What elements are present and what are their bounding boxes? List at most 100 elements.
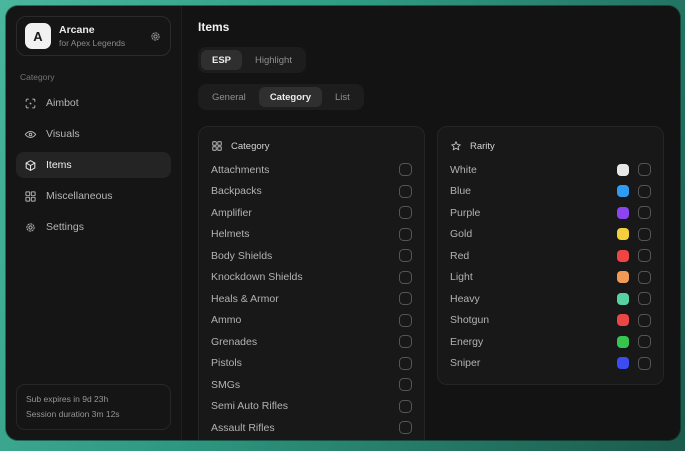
rarity-label: Heavy — [450, 293, 597, 305]
category-label: Attachments — [211, 164, 399, 176]
category-checkbox[interactable] — [399, 228, 412, 241]
category-checkbox[interactable] — [399, 400, 412, 413]
category-checkbox[interactable] — [399, 271, 412, 284]
app-title: Arcane — [59, 24, 125, 36]
category-checkbox[interactable] — [399, 357, 412, 370]
category-row-semi-auto-rifles: Semi Auto Rifles — [211, 396, 412, 418]
rarity-row-light: Light — [450, 267, 651, 289]
sidebar-item-label: Visuals — [46, 128, 80, 140]
rarity-checkbox[interactable] — [638, 228, 651, 241]
tab-esp[interactable]: ESP — [201, 50, 242, 70]
rarity-color-swatch[interactable] — [617, 250, 629, 262]
sidebar-item-label: Items — [46, 159, 72, 171]
tab-category[interactable]: Category — [259, 87, 322, 107]
rarity-color-swatch[interactable] — [617, 293, 629, 305]
gear-icon[interactable] — [597, 315, 608, 326]
rarity-panel-title: Rarity — [470, 141, 495, 152]
target-gear-icon[interactable] — [149, 30, 162, 43]
category-label: Assault Rifles — [211, 422, 399, 434]
rarity-color-swatch[interactable] — [617, 228, 629, 240]
rarity-checkbox[interactable] — [638, 163, 651, 176]
brand-card: A Arcane for Apex Legends — [16, 16, 171, 56]
sidebar-item-miscellaneous[interactable]: Miscellaneous — [16, 183, 171, 209]
star-icon — [450, 140, 462, 152]
category-checkbox[interactable] — [399, 378, 412, 391]
gear-icon[interactable] — [597, 207, 608, 218]
category-checkbox[interactable] — [399, 185, 412, 198]
rarity-row-heavy: Heavy — [450, 288, 651, 310]
gear-icon[interactable] — [597, 250, 608, 261]
rarity-panel-header: Rarity — [450, 135, 651, 159]
category-checkbox[interactable] — [399, 335, 412, 348]
category-row-knockdown-shields: Knockdown Shields — [211, 267, 412, 289]
rarity-label: Light — [450, 271, 597, 283]
rarity-color-swatch[interactable] — [617, 207, 629, 219]
category-label: SMGs — [211, 379, 399, 391]
rarity-checkbox[interactable] — [638, 271, 651, 284]
gear-icon — [24, 221, 37, 234]
category-checkbox[interactable] — [399, 249, 412, 262]
category-row-pistols: Pistols — [211, 353, 412, 375]
rarity-checkbox[interactable] — [638, 185, 651, 198]
rarity-label: White — [450, 164, 597, 176]
gear-icon[interactable] — [597, 229, 608, 240]
gear-icon[interactable] — [597, 186, 608, 197]
category-checkbox[interactable] — [399, 292, 412, 305]
rarity-label: Purple — [450, 207, 597, 219]
rarity-color-swatch[interactable] — [617, 185, 629, 197]
rarity-checkbox[interactable] — [638, 357, 651, 370]
sidebar-item-visuals[interactable]: Visuals — [16, 121, 171, 147]
gear-icon[interactable] — [597, 336, 608, 347]
category-checkbox[interactable] — [399, 314, 412, 327]
gear-icon[interactable] — [597, 358, 608, 369]
sidebar-item-aimbot[interactable]: Aimbot — [16, 90, 171, 116]
rarity-checkbox[interactable] — [638, 292, 651, 305]
category-row-smgs: SMGs — [211, 374, 412, 396]
rarity-label: Red — [450, 250, 597, 262]
rarity-color-swatch[interactable] — [617, 271, 629, 283]
rarity-label: Shotgun — [450, 314, 597, 326]
gear-icon[interactable] — [597, 293, 608, 304]
category-list: Attachments Backpacks Amplifier Helmets — [211, 159, 412, 440]
mode-tabs: ESP Highlight — [198, 47, 306, 73]
tab-general[interactable]: General — [201, 87, 257, 107]
category-checkbox[interactable] — [399, 163, 412, 176]
rarity-row-gold: Gold — [450, 224, 651, 246]
subscription-info-card: Sub expires in 9d 23h Session duration 3… — [16, 384, 171, 430]
category-checkbox[interactable] — [399, 206, 412, 219]
rarity-checkbox[interactable] — [638, 206, 651, 219]
rarity-controls — [597, 292, 651, 305]
rarity-label: Sniper — [450, 357, 597, 369]
crosshair-icon — [24, 97, 37, 110]
tab-highlight[interactable]: Highlight — [244, 50, 303, 70]
category-row-helmets: Helmets — [211, 224, 412, 246]
rarity-label: Blue — [450, 185, 597, 197]
panels-row: Category Attachments Backpacks Amplifier — [198, 126, 664, 440]
gear-icon[interactable] — [597, 272, 608, 283]
rarity-color-swatch[interactable] — [617, 164, 629, 176]
rarity-controls — [597, 228, 651, 241]
sidebar-section-label: Category — [20, 72, 167, 82]
category-row-body-shields: Body Shields — [211, 245, 412, 267]
rarity-controls — [597, 271, 651, 284]
category-label: Ammo — [211, 314, 399, 326]
tab-list[interactable]: List — [324, 87, 361, 107]
sidebar-item-items[interactable]: Items — [16, 152, 171, 178]
rarity-checkbox[interactable] — [638, 314, 651, 327]
sidebar-item-settings[interactable]: Settings — [16, 214, 171, 240]
rarity-color-swatch[interactable] — [617, 336, 629, 348]
category-row-heals-armor: Heals & Armor — [211, 288, 412, 310]
rarity-color-swatch[interactable] — [617, 357, 629, 369]
rarity-checkbox[interactable] — [638, 249, 651, 262]
rarity-checkbox[interactable] — [638, 335, 651, 348]
rarity-color-swatch[interactable] — [617, 314, 629, 326]
app-subtitle: for Apex Legends — [59, 38, 125, 48]
category-checkbox[interactable] — [399, 421, 412, 434]
rarity-controls — [597, 357, 651, 370]
page-title: Items — [198, 20, 664, 34]
category-row-assault-rifles: Assault Rifles — [211, 417, 412, 439]
tab-label: Highlight — [255, 55, 292, 66]
gear-icon[interactable] — [597, 164, 608, 175]
sidebar: A Arcane for Apex Legends Category Aimbo… — [6, 6, 182, 440]
brand-text: Arcane for Apex Legends — [59, 24, 125, 48]
